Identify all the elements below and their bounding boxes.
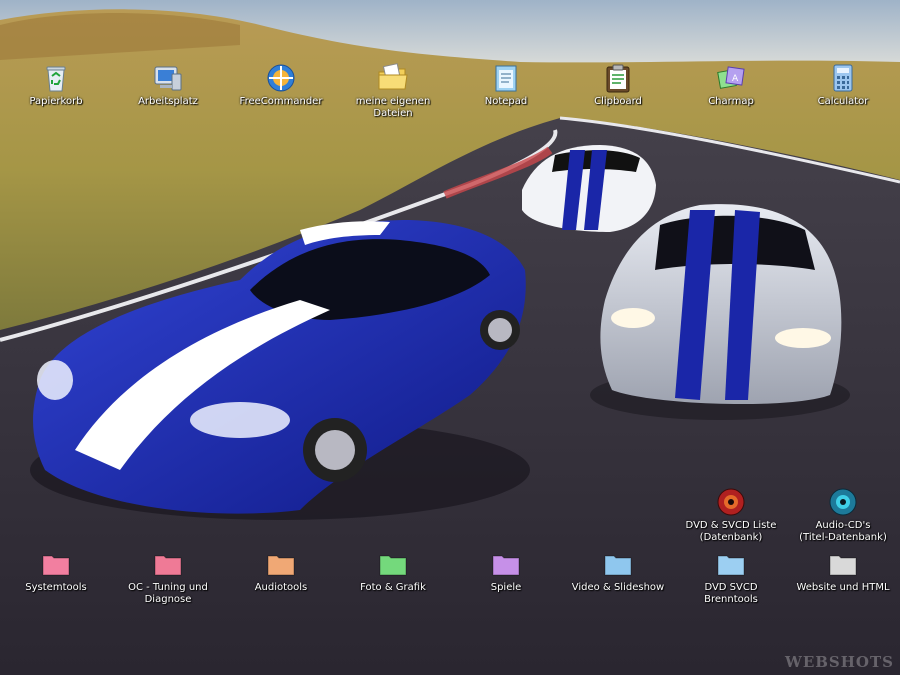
- desktop-folder-spiele[interactable]: Spiele: [456, 548, 556, 594]
- desktop-icon-charmap[interactable]: A Charmap: [681, 62, 781, 108]
- svg-text:A: A: [732, 74, 739, 84]
- desktop-icon-calculator[interactable]: Calculator: [793, 62, 893, 108]
- desktop-folder-oc-tuning[interactable]: OC - Tuning und Diagnose: [118, 548, 218, 606]
- my-computer-icon: [154, 66, 182, 91]
- audio-cd-database-icon: [829, 488, 857, 516]
- icon-label: Charmap: [708, 96, 754, 107]
- icon-label: Spiele: [490, 582, 522, 593]
- icon-label: Foto & Grafik: [360, 582, 426, 593]
- desktop-folder-foto-grafik[interactable]: Foto & Grafik: [343, 548, 443, 594]
- desktop-icon-my-computer[interactable]: Arbeitsplatz: [118, 62, 218, 108]
- recycle-bin-icon: [46, 66, 66, 92]
- folder-icon: [267, 555, 295, 576]
- webshots-watermark: WEBSHOTS: [784, 653, 894, 671]
- desktop-icon-recycle-bin[interactable]: Papierkorb: [6, 62, 106, 108]
- desktop-icon-my-documents[interactable]: meine eigenen Dateien: [343, 62, 443, 120]
- icon-label: Systemtools: [25, 582, 87, 593]
- desktop-folder-systemtools[interactable]: Systemtools: [6, 548, 106, 594]
- icon-label: Arbeitsplatz: [138, 96, 198, 107]
- charmap-icon: A: [717, 66, 745, 89]
- icon-label: OC - Tuning und Diagnose: [128, 582, 208, 605]
- icon-label: Video & Slideshow: [571, 582, 665, 593]
- desktop-icon-notepad[interactable]: Notepad: [456, 62, 556, 108]
- desktop-icon-dvd-svcd-list[interactable]: DVD & SVCD Liste (Datenbank): [681, 486, 781, 544]
- icon-label: Website und HTML: [796, 582, 890, 593]
- folder-icon: [829, 555, 857, 576]
- icon-label: FreeCommander: [239, 96, 323, 107]
- dvd-database-icon: [717, 488, 745, 516]
- icon-label: Notepad: [484, 96, 528, 107]
- freecommander-icon: [267, 64, 295, 92]
- folder-icon: [379, 555, 407, 576]
- folder-icon: [717, 555, 745, 576]
- icon-label: DVD & SVCD Liste (Datenbank): [685, 520, 777, 543]
- desktop-folder-website-html[interactable]: Website und HTML: [793, 548, 893, 594]
- desktop-folder-audiotools[interactable]: Audiotools: [231, 548, 331, 594]
- folder-icon: [154, 555, 182, 576]
- my-documents-icon: [378, 63, 408, 90]
- clipboard-icon: [606, 64, 630, 93]
- icon-label: Audio-CD's (Titel-Datenbank): [799, 520, 887, 543]
- desktop-icon-clipboard[interactable]: Clipboard: [568, 62, 668, 108]
- desktop-icon-freecommander[interactable]: FreeCommander: [231, 62, 331, 108]
- icon-label: Clipboard: [594, 96, 642, 107]
- calculator-icon: [833, 64, 853, 92]
- folder-icon: [42, 555, 70, 576]
- notepad-icon: [495, 65, 517, 92]
- desktop-folder-dvd-svcd-brenntools[interactable]: DVD SVCD Brenntools: [681, 548, 781, 606]
- icon-label: DVD SVCD Brenntools: [704, 582, 758, 605]
- desktop-folder-video-slideshow[interactable]: Video & Slideshow: [568, 548, 668, 594]
- folder-icon: [604, 555, 632, 576]
- icon-label: Papierkorb: [29, 96, 83, 107]
- icon-label: meine eigenen Dateien: [355, 96, 431, 119]
- desktop-icon-audio-cd-database[interactable]: Audio-CD's (Titel-Datenbank): [793, 486, 893, 544]
- icon-label: Calculator: [817, 96, 869, 107]
- folder-icon: [492, 555, 520, 576]
- icon-label: Audiotools: [254, 582, 308, 593]
